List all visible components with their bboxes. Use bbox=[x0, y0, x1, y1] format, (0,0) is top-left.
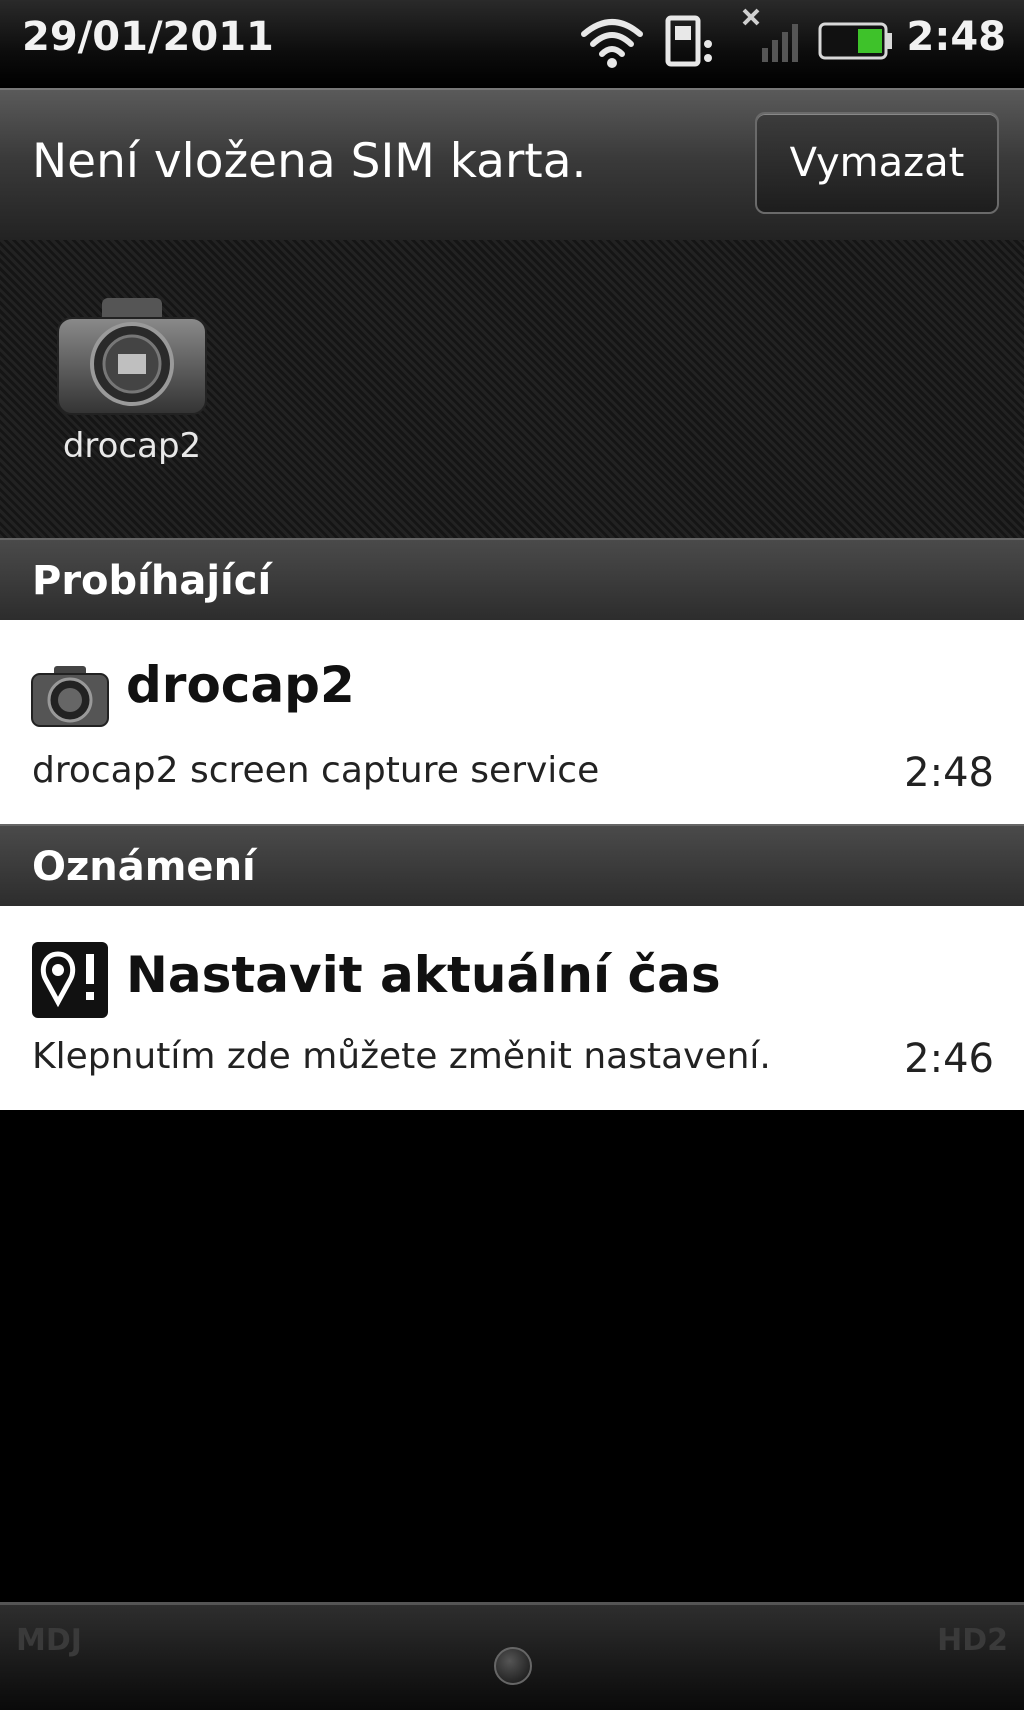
shortcut-drocap2[interactable]: drocap2 bbox=[42, 292, 222, 466]
notification-text: Klepnutím zde můžete změnit nastavení. bbox=[32, 1036, 771, 1077]
notification-text: drocap2 screen capture service bbox=[32, 750, 600, 791]
battery-icon bbox=[818, 22, 894, 64]
notification-set-time[interactable]: Nastavit aktuální čas Klepnutím zde může… bbox=[0, 906, 1024, 1110]
status-bar: 29/01/2011 2:48 bbox=[0, 0, 1024, 88]
location-alert-icon bbox=[30, 940, 110, 1024]
shortcut-area: drocap2 bbox=[0, 240, 1024, 538]
bottom-left-text: MDJ bbox=[16, 1623, 82, 1658]
bottom-right-text: HD2 bbox=[937, 1623, 1008, 1658]
section-ongoing: Probíhající bbox=[0, 538, 1024, 622]
notification-title: drocap2 bbox=[126, 656, 355, 714]
notification-time: 2:48 bbox=[904, 750, 994, 796]
status-date: 29/01/2011 bbox=[22, 14, 274, 60]
section-ongoing-label: Probíhající bbox=[32, 558, 272, 604]
notification-drocap2[interactable]: drocap2 drocap2 screen capture service 2… bbox=[0, 620, 1024, 824]
drag-handle[interactable] bbox=[494, 1647, 532, 1685]
notification-time: 2:46 bbox=[904, 1036, 994, 1082]
section-notifications: Oznámení bbox=[0, 824, 1024, 908]
section-notifications-label: Oznámení bbox=[32, 844, 256, 890]
no-signal-icon bbox=[740, 6, 802, 72]
clear-button[interactable]: Vymazat bbox=[755, 112, 999, 214]
notification-title: Nastavit aktuální čas bbox=[126, 946, 721, 1004]
notification-header: Není vložena SIM karta. Vymazat bbox=[0, 88, 1024, 242]
camera-icon bbox=[30, 664, 110, 732]
no-sim-message: Není vložena SIM karta. bbox=[32, 134, 587, 189]
bottom-bar: MDJ HD2 bbox=[0, 1602, 1024, 1710]
status-time: 2:48 bbox=[906, 14, 1007, 60]
wifi-icon bbox=[580, 14, 644, 74]
camera-icon bbox=[52, 292, 212, 422]
shortcut-label: drocap2 bbox=[62, 426, 202, 466]
sd-card-icon bbox=[664, 14, 720, 74]
